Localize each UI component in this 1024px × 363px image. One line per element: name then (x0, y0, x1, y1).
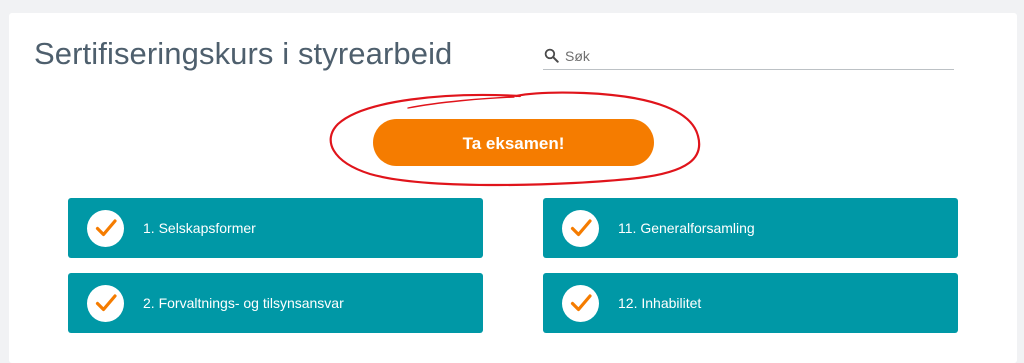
module-12-inhabilitet[interactable]: 12. Inhabilitet (543, 273, 958, 333)
check-icon (562, 284, 599, 322)
search-field[interactable] (543, 42, 954, 70)
module-11-generalforsamling[interactable]: 11. Generalforsamling (543, 198, 958, 258)
check-icon (562, 209, 599, 247)
module-label: 11. Generalforsamling (618, 220, 755, 236)
check-icon (87, 284, 124, 322)
take-exam-button[interactable]: Ta eksamen! (373, 119, 654, 166)
module-2-forvaltnings-og-tilsynsansvar[interactable]: 2. Forvaltnings- og tilsynsansvar (68, 273, 483, 333)
module-label: 2. Forvaltnings- og tilsynsansvar (143, 295, 344, 311)
module-label: 12. Inhabilitet (618, 295, 702, 311)
module-label: 1. Selskapsformer (143, 220, 256, 236)
search-icon (544, 48, 559, 63)
check-icon (87, 209, 124, 247)
module-1-selskapsformer[interactable]: 1. Selskapsformer (68, 198, 483, 258)
search-input[interactable] (565, 47, 945, 64)
page-title: Sertifiseringskurs i styrearbeid (34, 36, 453, 71)
